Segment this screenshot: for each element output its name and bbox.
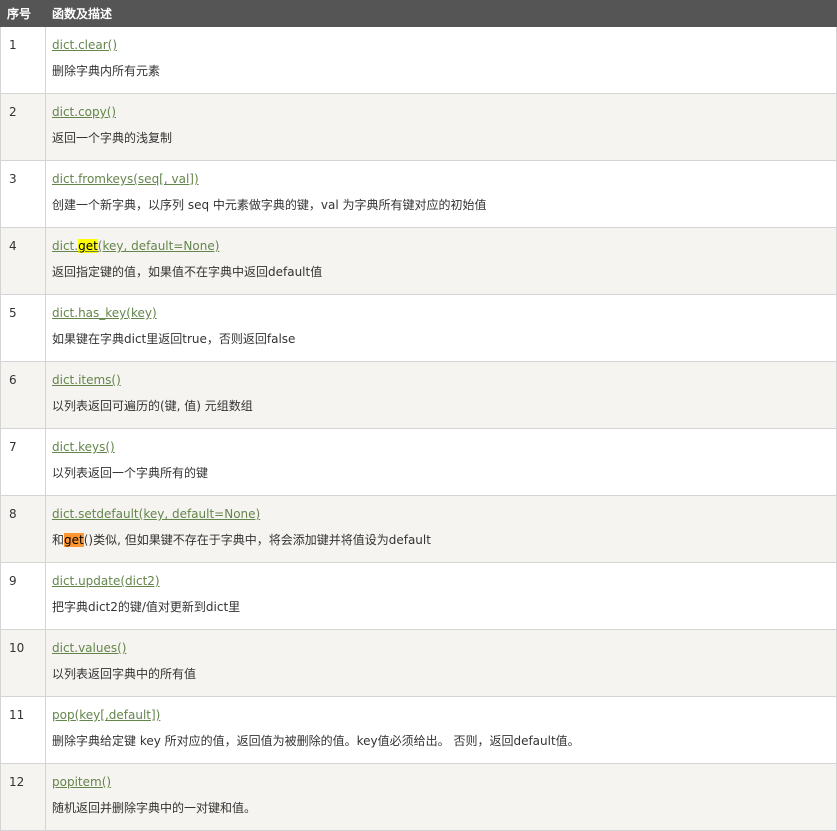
table-row: 10 dict.values() 以列表返回字典中的所有值 bbox=[0, 629, 837, 697]
method-cell: dict.values() 以列表返回字典中的所有值 bbox=[45, 629, 837, 697]
table-row: 12 popitem() 随机返回并删除字典中的一对键和值。 bbox=[0, 763, 837, 831]
table-row: 1 dict.clear() 删除字典内所有元素 bbox=[0, 26, 837, 94]
method-link-clear[interactable]: dict.clear() bbox=[52, 38, 117, 52]
method-link-fromkeys[interactable]: dict.fromkeys(seq[, val]) bbox=[52, 172, 199, 186]
desc-prefix: 和 bbox=[52, 533, 65, 547]
method-description: 以列表返回一个字典所有的键 bbox=[52, 466, 209, 480]
method-cell: dict.copy() 返回一个字典的浅复制 bbox=[45, 93, 837, 161]
method-description: 返回一个字典的浅复制 bbox=[52, 131, 173, 145]
method-link-copy[interactable]: dict.copy() bbox=[52, 105, 116, 119]
table-row: 11 pop(key[,default]) 删除字典给定键 key 所对应的值，… bbox=[0, 696, 837, 764]
table-row: 3 dict.fromkeys(seq[, val]) 创建一个新字典，以序列 … bbox=[0, 160, 837, 228]
table-row: 6 dict.items() 以列表返回可遍历的(键, 值) 元组数组 bbox=[0, 361, 837, 429]
table-header: 序号 函数及描述 bbox=[0, 0, 837, 27]
method-link-has-key[interactable]: dict.has_key(key) bbox=[52, 306, 157, 320]
method-link-setdefault[interactable]: dict.setdefault(key, default=None) bbox=[52, 507, 260, 521]
method-cell: dict.clear() 删除字典内所有元素 bbox=[45, 26, 837, 94]
method-cell: dict.keys() 以列表返回一个字典所有的键 bbox=[45, 428, 837, 496]
row-number: 3 bbox=[0, 160, 46, 228]
method-description: 以列表返回可遍历的(键, 值) 元组数组 bbox=[52, 399, 253, 413]
method-description: 把字典dict2的键/值对更新到dict里 bbox=[52, 600, 241, 614]
table-row: 8 dict.setdefault(key, default=None) 和ge… bbox=[0, 495, 837, 563]
method-link-values[interactable]: dict.values() bbox=[52, 641, 126, 655]
row-number: 2 bbox=[0, 93, 46, 161]
method-description: 随机返回并删除字典中的一对键和值。 bbox=[52, 801, 257, 815]
table-row: 2 dict.copy() 返回一个字典的浅复制 bbox=[0, 93, 837, 161]
row-number: 7 bbox=[0, 428, 46, 496]
method-link-keys[interactable]: dict.keys() bbox=[52, 440, 115, 454]
method-cell: dict.update(dict2) 把字典dict2的键/值对更新到dict里 bbox=[45, 562, 837, 630]
method-link-pop[interactable]: pop(key[,default]) bbox=[52, 708, 160, 722]
desc-suffix: ()类似, 但如果键不存在于字典中，将会添加键并将值设为default bbox=[83, 533, 431, 547]
method-description: 和get()类似, 但如果键不存在于字典中，将会添加键并将值设为default bbox=[52, 531, 830, 549]
method-cell: dict.fromkeys(seq[, val]) 创建一个新字典，以序列 se… bbox=[45, 160, 837, 228]
method-suffix: (key, default=None) bbox=[97, 239, 220, 253]
method-prefix: dict. bbox=[52, 239, 79, 253]
method-cell: popitem() 随机返回并删除字典中的一对键和值。 bbox=[45, 763, 837, 831]
method-description: 以列表返回字典中的所有值 bbox=[52, 667, 197, 681]
row-number: 6 bbox=[0, 361, 46, 429]
method-cell: dict.setdefault(key, default=None) 和get(… bbox=[45, 495, 837, 563]
table-row: 4 dict.get(key, default=None) 返回指定键的值，如果… bbox=[0, 227, 837, 295]
method-description: 删除字典给定键 key 所对应的值，返回值为被删除的值。key值必须给出。 否则… bbox=[52, 734, 580, 748]
table-row: 7 dict.keys() 以列表返回一个字典所有的键 bbox=[0, 428, 837, 496]
row-number: 10 bbox=[0, 629, 46, 697]
dict-methods-table: 序号 函数及描述 1 dict.clear() 删除字典内所有元素 2 dict… bbox=[0, 0, 837, 831]
method-link-update[interactable]: dict.update(dict2) bbox=[52, 574, 160, 588]
row-number: 5 bbox=[0, 294, 46, 362]
table-row: 9 dict.update(dict2) 把字典dict2的键/值对更新到dic… bbox=[0, 562, 837, 630]
method-cell: dict.get(key, default=None) 返回指定键的值，如果值不… bbox=[45, 227, 837, 295]
row-number: 8 bbox=[0, 495, 46, 563]
method-cell: pop(key[,default]) 删除字典给定键 key 所对应的值，返回值… bbox=[45, 696, 837, 764]
method-description: 删除字典内所有元素 bbox=[52, 64, 161, 78]
row-number: 11 bbox=[0, 696, 46, 764]
table-row: 5 dict.has_key(key) 如果键在字典dict里返回true，否则… bbox=[0, 294, 837, 362]
method-description: 创建一个新字典，以序列 seq 中元素做字典的键，val 为字典所有键对应的初始… bbox=[52, 198, 487, 212]
method-description: 返回指定键的值，如果值不在字典中返回default值 bbox=[52, 265, 323, 279]
row-number: 9 bbox=[0, 562, 46, 630]
method-description: 如果键在字典dict里返回true，否则返回false bbox=[52, 332, 296, 346]
header-row: 序号 函数及描述 bbox=[0, 0, 837, 27]
row-number: 4 bbox=[0, 227, 46, 295]
method-cell: dict.items() 以列表返回可遍历的(键, 值) 元组数组 bbox=[45, 361, 837, 429]
search-highlight: get bbox=[64, 533, 84, 547]
header-desc: 函数及描述 bbox=[45, 0, 837, 27]
table-body: 1 dict.clear() 删除字典内所有元素 2 dict.copy() 返… bbox=[0, 26, 837, 831]
row-number: 12 bbox=[0, 763, 46, 831]
method-cell: dict.has_key(key) 如果键在字典dict里返回true，否则返回… bbox=[45, 294, 837, 362]
search-highlight: get bbox=[78, 239, 98, 253]
header-num: 序号 bbox=[0, 0, 46, 27]
row-number: 1 bbox=[0, 26, 46, 94]
method-link-items[interactable]: dict.items() bbox=[52, 373, 121, 387]
method-link-get[interactable]: dict.get(key, default=None) bbox=[52, 239, 219, 253]
method-link-popitem[interactable]: popitem() bbox=[52, 775, 111, 789]
